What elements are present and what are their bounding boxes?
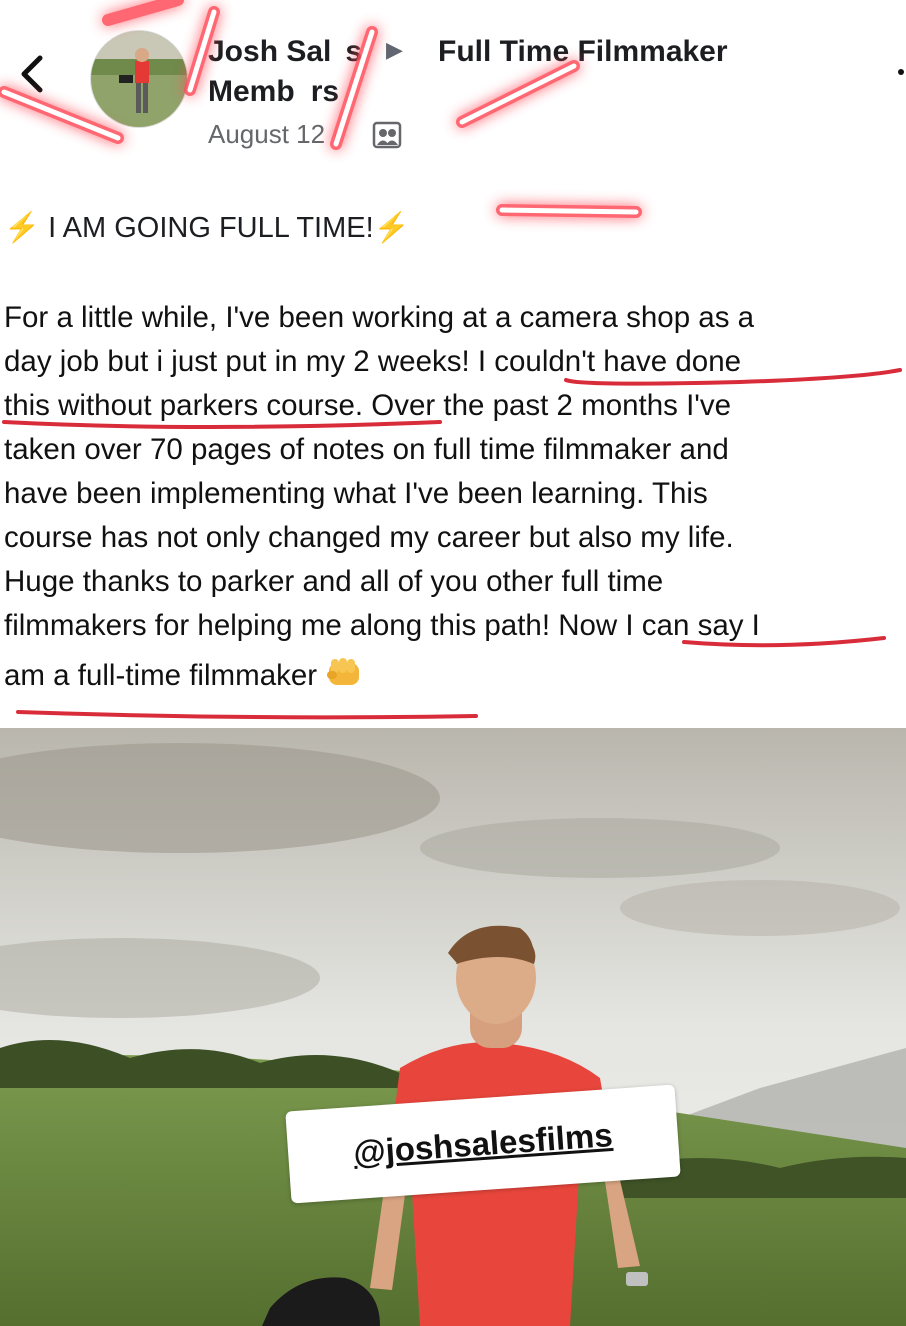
body-line: day job but i just put in my 2 weeks! I … bbox=[4, 345, 742, 378]
body-line-last: am a full-time filmmaker bbox=[4, 654, 904, 698]
post-photo[interactable]: @joshsalesfilms bbox=[0, 728, 906, 1326]
body-line: this without parkers course. Over the pa… bbox=[4, 389, 732, 422]
post-body: For a little while, I've been working at… bbox=[4, 296, 904, 698]
avatar[interactable] bbox=[90, 30, 188, 128]
post-date[interactable]: August 12 · bbox=[208, 116, 341, 152]
body-line: have been implementing what I've been le… bbox=[4, 477, 708, 510]
author-role-text: Memb bbox=[208, 75, 295, 108]
fist-icon bbox=[327, 658, 360, 685]
lightning-icon: ⚡ bbox=[4, 212, 41, 244]
body-line: am a full-time filmmaker bbox=[4, 659, 318, 692]
author-name[interactable]: Josh Sal s bbox=[208, 32, 362, 72]
avatar-image bbox=[91, 31, 187, 127]
group-name[interactable]: Full Time Filmmaker bbox=[438, 32, 728, 72]
author-name-tail: s bbox=[345, 35, 363, 68]
photo-image bbox=[0, 728, 906, 1326]
privacy-icon bbox=[372, 121, 402, 149]
author-name-text: Josh Sal bbox=[208, 35, 332, 68]
body-line: For a little while, I've been working at… bbox=[4, 301, 755, 334]
body-line: filmmakers for helping me along this pat… bbox=[4, 609, 760, 642]
author-role: Memb rs bbox=[208, 72, 339, 112]
lightning-icon: ⚡ bbox=[373, 212, 410, 244]
body-line: taken over 70 pages of notes on full tim… bbox=[4, 433, 729, 466]
headline-text: I AM GOING FULL TIME! bbox=[48, 212, 374, 244]
post-headline: ⚡ I AM GOING FULL TIME!⚡ bbox=[4, 208, 410, 248]
group-arrow-icon: ▶ bbox=[386, 37, 403, 62]
more-options-icon[interactable] bbox=[896, 62, 906, 82]
body-line: course has not only changed my career bu… bbox=[4, 521, 734, 554]
body-line: Huge thanks to parker and all of you oth… bbox=[4, 565, 664, 598]
back-arrow-icon bbox=[21, 55, 43, 93]
author-role-tail: rs bbox=[310, 75, 340, 108]
back-button[interactable] bbox=[14, 52, 50, 96]
